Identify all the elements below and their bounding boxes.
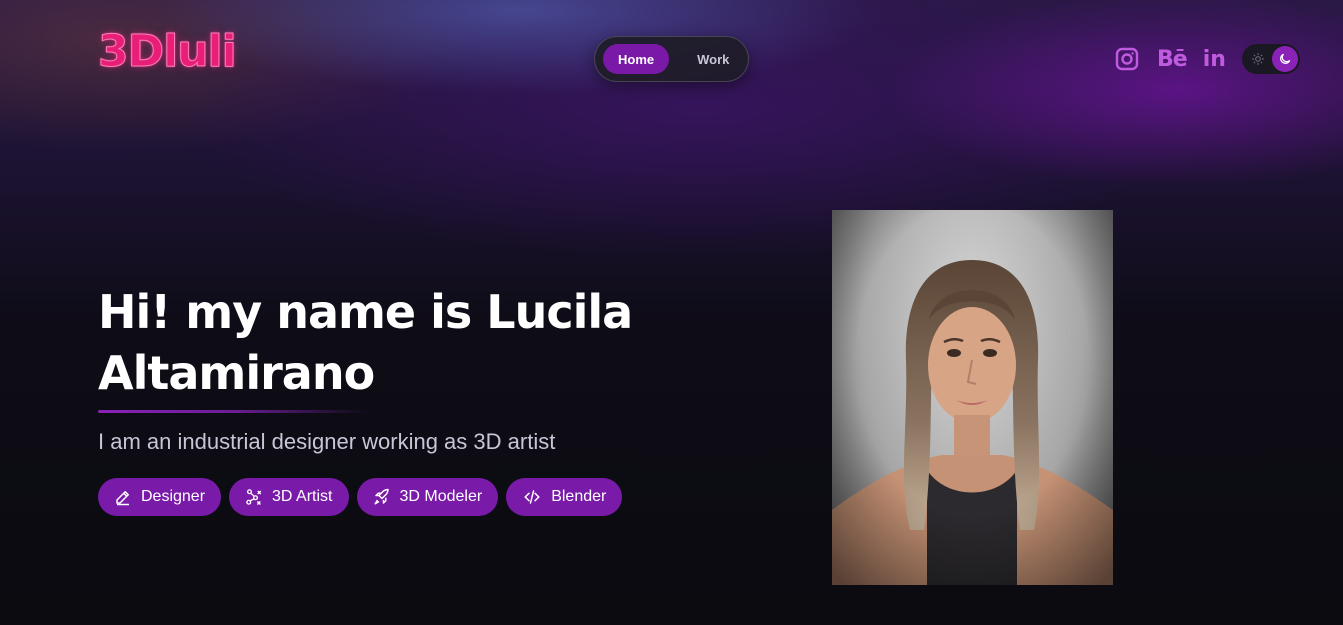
sun-icon	[1248, 49, 1268, 69]
rocket-icon	[373, 488, 391, 506]
linkedin-icon[interactable]: in	[1203, 44, 1226, 74]
behance-icon[interactable]: Bē	[1157, 44, 1188, 74]
nodes-icon	[245, 488, 263, 506]
tag-label: Designer	[141, 488, 206, 505]
site-logo[interactable]: 3Dluli	[98, 26, 238, 78]
tag-blender: Blender	[506, 478, 623, 516]
hero-title-line2: Altamirano	[98, 346, 375, 400]
moon-icon	[1271, 46, 1298, 72]
tag-3d-modeler: 3D Modeler	[356, 478, 499, 516]
tag-label: 3D Artist	[272, 488, 333, 505]
tag-label: 3D Modeler	[399, 488, 483, 505]
social-links: Bē in	[1115, 44, 1300, 74]
tag-designer: Designer	[98, 478, 222, 516]
hero-title: Hi! my name is Lucila Altamirano	[98, 282, 658, 404]
nav-home-tab[interactable]: Home	[603, 44, 670, 74]
tag-3d-artist: 3D Artist	[229, 478, 349, 516]
main-nav: Home Work	[594, 36, 749, 82]
profile-photo	[832, 210, 1113, 585]
pencil-icon	[114, 488, 132, 506]
instagram-icon[interactable]	[1115, 44, 1139, 74]
skill-tags: Designer 3D Artist 3D Modeler Blender	[98, 478, 630, 516]
tag-label: Blender	[551, 488, 607, 505]
hero-subtitle: I am an industrial designer working as 3…	[98, 429, 556, 454]
nav-work-tab[interactable]: Work	[682, 44, 744, 74]
hero-title-line1: Hi! my name is Lucila	[98, 285, 633, 339]
code-icon	[522, 488, 542, 506]
theme-toggle[interactable]	[1241, 44, 1300, 74]
title-divider	[98, 410, 368, 413]
